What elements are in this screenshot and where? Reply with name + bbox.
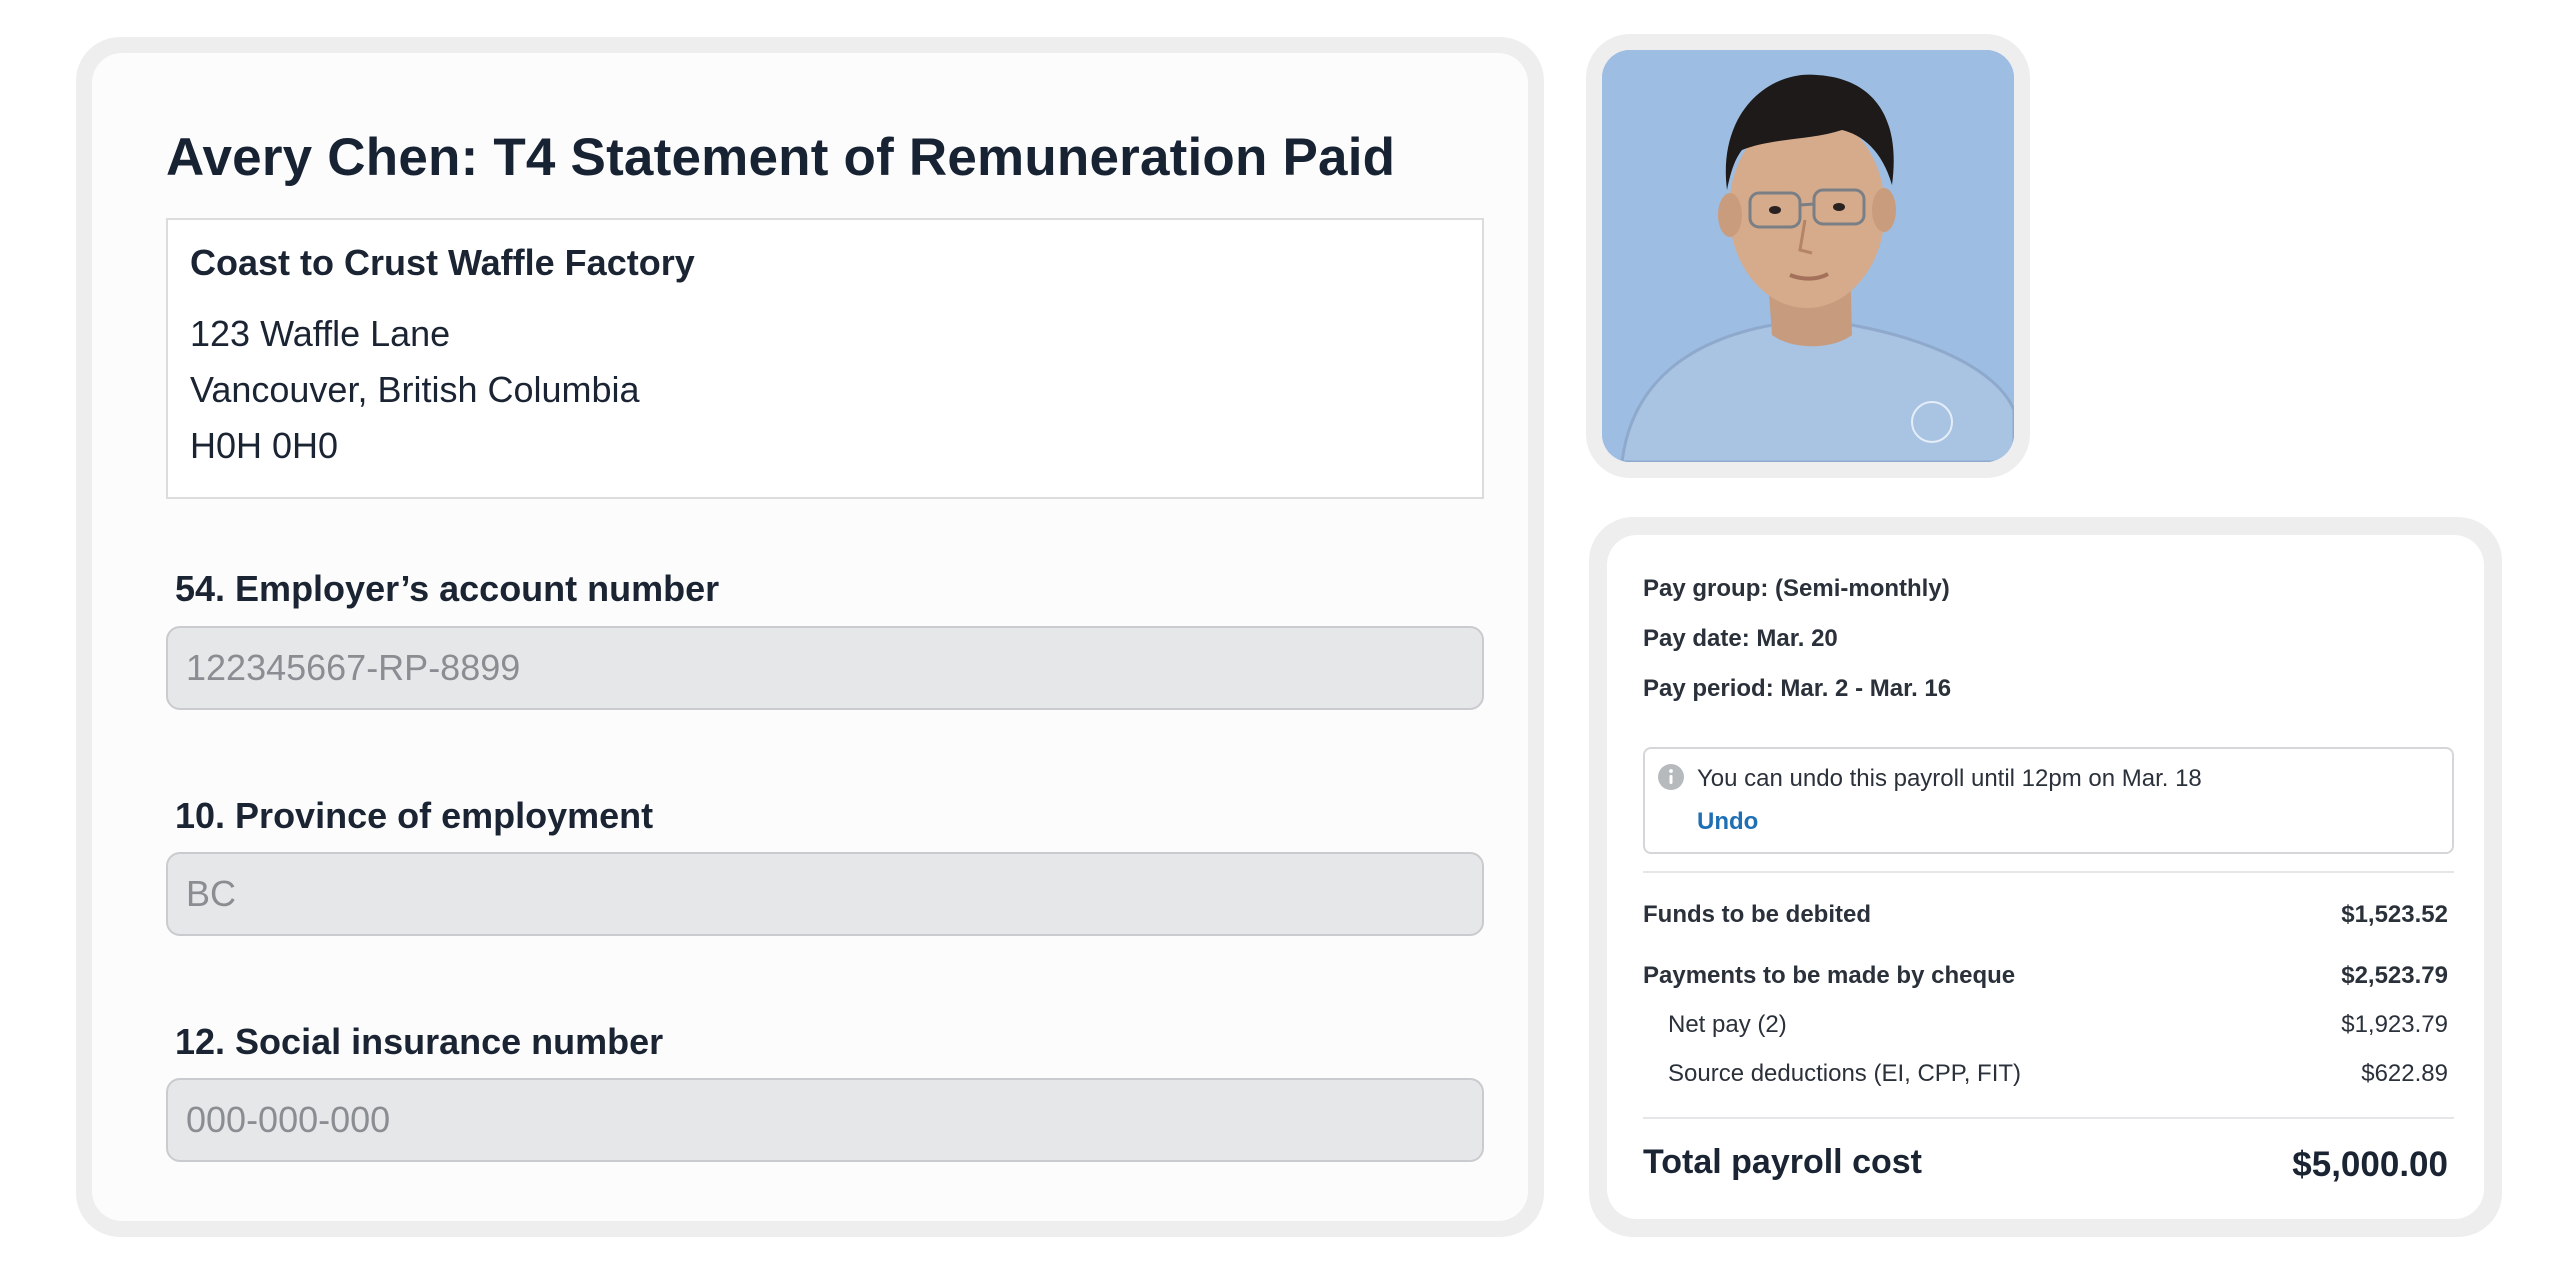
payroll-summary-panel: Pay group: (Semi-monthly) Pay date: Mar.… (1589, 517, 2502, 1237)
t4-statement-panel: Avery Chen: T4 Statement of Remuneration… (76, 37, 1544, 1237)
source-deductions-value: $622.89 (2361, 1060, 2448, 1087)
undo-notice: You can undo this payroll until 12pm on … (1643, 747, 2454, 854)
funds-debited-label: Funds to be debited (1643, 901, 1871, 928)
page-title: Avery Chen: T4 Statement of Remuneration… (166, 128, 1396, 187)
cheque-payments-label: Payments to be made by cheque (1643, 962, 2016, 989)
divider (1643, 1117, 2454, 1119)
pay-date: Pay date: Mar. 20 (1643, 625, 1838, 652)
total-payroll-cost-label: Total payroll cost (1643, 1143, 1922, 1181)
person-photo-illustration (1602, 50, 2014, 462)
info-icon (1658, 764, 1684, 790)
employer-address-box: Coast to Crust Waffle Factory 123 Waffle… (166, 218, 1484, 499)
t4-statement-card: Avery Chen: T4 Statement of Remuneration… (92, 53, 1528, 1221)
employer-account-number-input[interactable] (166, 626, 1484, 710)
cheque-payments-value: $2,523.79 (2341, 962, 2448, 989)
social-insurance-number-label: 12. Social insurance number (175, 1021, 664, 1062)
divider (1643, 871, 2454, 873)
profile-photo (1602, 50, 2014, 462)
funds-debited-value: $1,523.52 (2341, 901, 2448, 928)
province-of-employment-label: 10. Province of employment (175, 795, 654, 836)
total-payroll-cost-value: $5,000.00 (2292, 1145, 2448, 1184)
source-deductions-label: Source deductions (EI, CPP, FIT) (1668, 1060, 2022, 1087)
employer-address-line2: Vancouver, British Columbia (190, 369, 640, 410)
pay-period: Pay period: Mar. 2 - Mar. 16 (1643, 675, 1952, 702)
employer-name: Coast to Crust Waffle Factory (190, 242, 695, 283)
employer-address-line1: 123 Waffle Lane (190, 313, 451, 354)
employer-postal-code: H0H 0H0 (190, 425, 339, 466)
undo-link[interactable]: Undo (1697, 808, 1758, 836)
payroll-summary-card: Pay group: (Semi-monthly) Pay date: Mar.… (1607, 535, 2484, 1219)
net-pay-label: Net pay (2) (1668, 1011, 1787, 1038)
net-pay-value: $1,923.79 (2341, 1011, 2448, 1038)
pay-group: Pay group: (Semi-monthly) (1643, 575, 1950, 602)
province-of-employment-input[interactable] (166, 852, 1484, 936)
employer-account-number-label: 54. Employer’s account number (175, 568, 720, 609)
profile-photo-frame (1586, 34, 2030, 478)
social-insurance-number-input[interactable] (166, 1078, 1484, 1162)
undo-notice-text: You can undo this payroll until 12pm on … (1697, 765, 2202, 792)
